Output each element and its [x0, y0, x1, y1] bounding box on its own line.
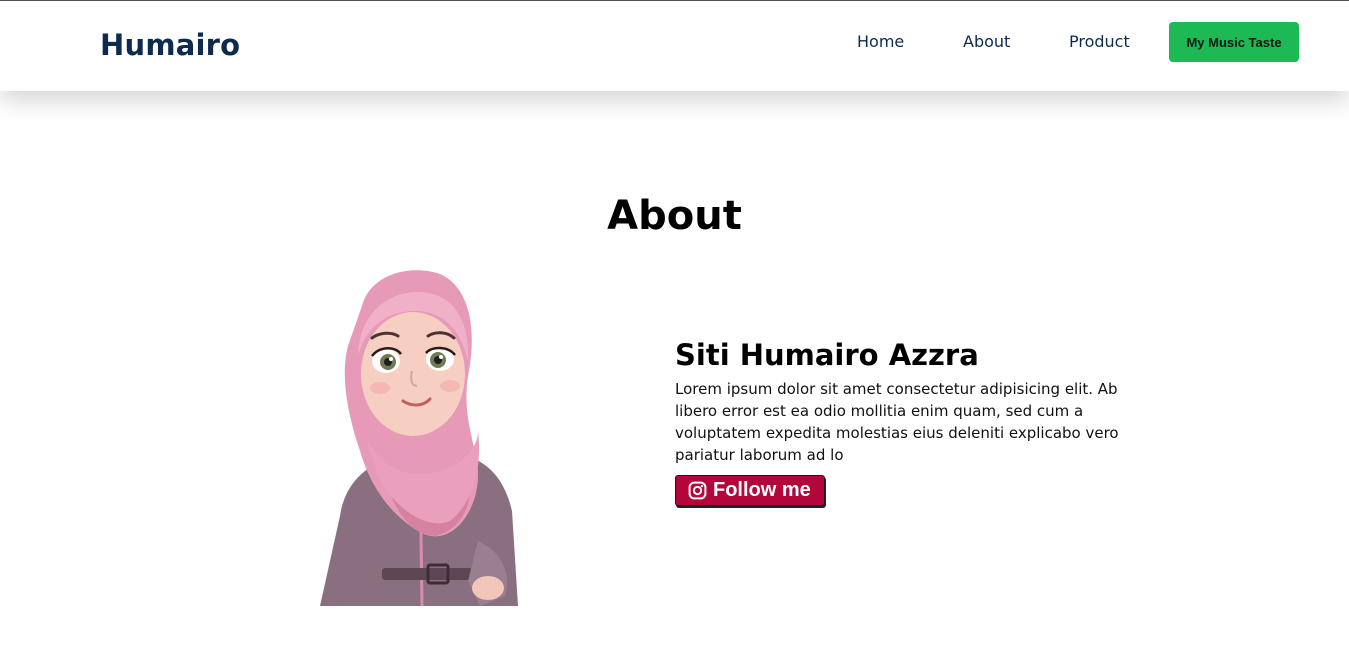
navbar: Humairo Home About Product My Music Tast…	[0, 1, 1349, 91]
nav-link-product[interactable]: Product	[1069, 32, 1130, 51]
avatar-illustration	[300, 266, 540, 607]
nav-link-about[interactable]: About	[963, 32, 1010, 51]
nav-link-home[interactable]: Home	[857, 32, 904, 51]
follow-me-button[interactable]: Follow me	[675, 475, 825, 506]
instagram-icon	[688, 481, 707, 500]
my-music-taste-button[interactable]: My Music Taste	[1169, 22, 1299, 62]
profile-bio: Lorem ipsum dolor sit amet consectetur a…	[675, 380, 1119, 464]
follow-me-label: Follow me	[713, 479, 811, 501]
brand-logo[interactable]: Humairo	[100, 28, 240, 62]
profile-name: Siti Humairo Azzra	[675, 338, 979, 372]
about-section-title: About	[607, 193, 742, 239]
